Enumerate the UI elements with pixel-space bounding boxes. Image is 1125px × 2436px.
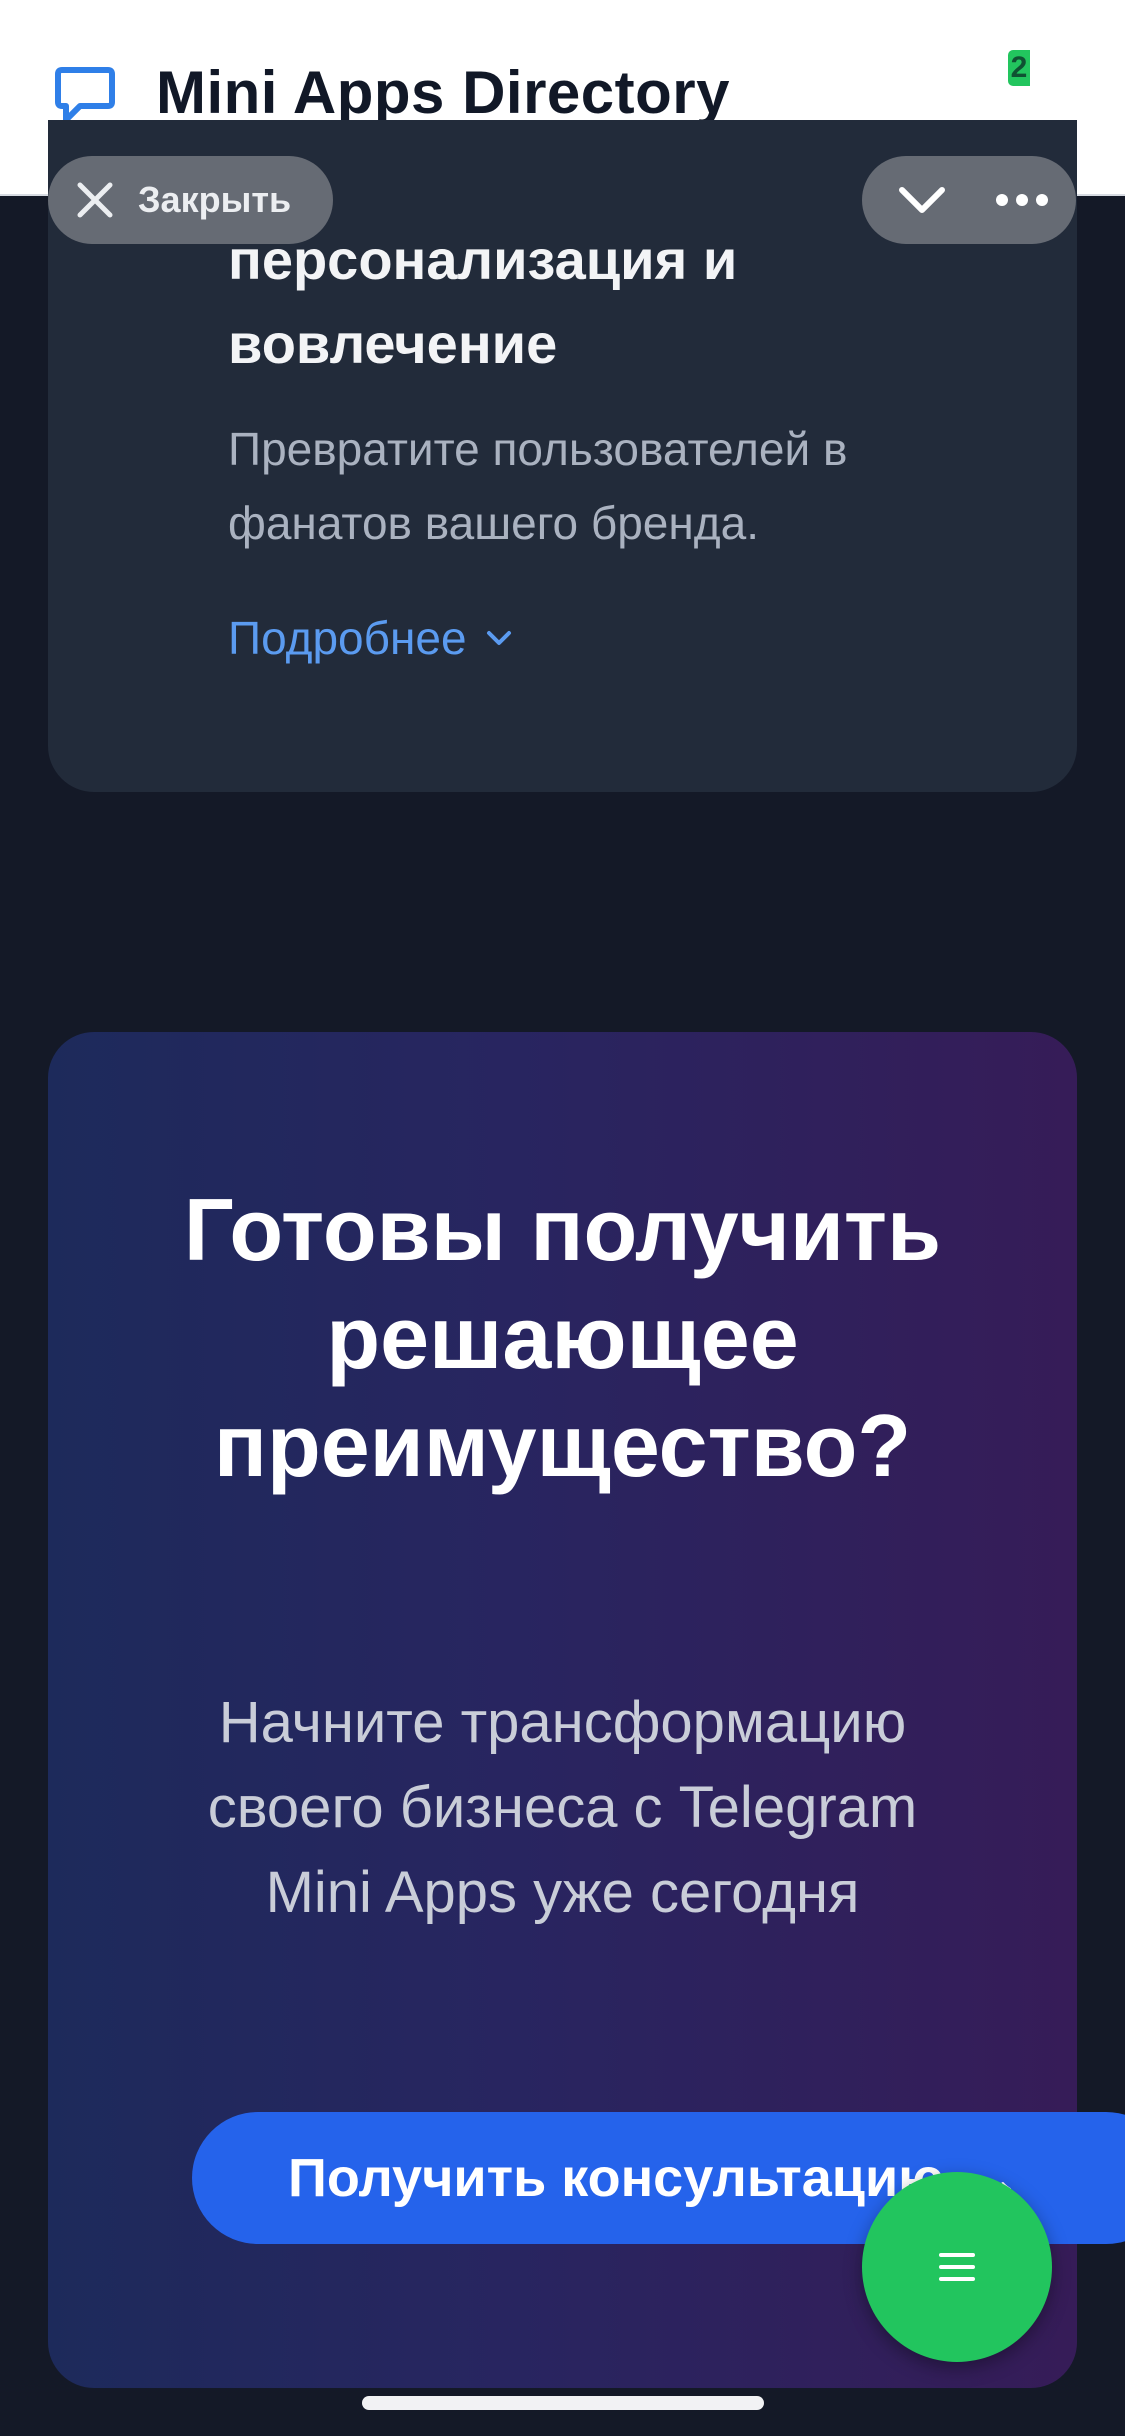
cta-subtitle: Начните трансформацию своего бизнеса с T… [207, 1690, 918, 1925]
cta-title: Готовы получить решающее преимущество? [183, 1180, 942, 1495]
more-link[interactable]: Подробнее [228, 605, 517, 671]
close-button[interactable]: Закрыть [48, 156, 333, 244]
get-consultation-label: Получить консультацию [288, 2148, 945, 2208]
close-icon [77, 182, 113, 218]
chevron-down-icon [486, 631, 511, 645]
more-dots-icon[interactable] [992, 178, 1052, 222]
chat-bubble-icon [55, 67, 115, 123]
close-label: Закрыть [138, 179, 292, 220]
more-link-label: Подробнее [228, 612, 467, 664]
chevron-down-icon[interactable] [886, 176, 958, 224]
feature-card-description: Превратите пользователей в фанатов вашег… [228, 423, 848, 549]
notification-badge: 2 [1008, 50, 1030, 86]
app-title: Mini Apps Directory [156, 59, 731, 126]
menu-icon [939, 2253, 975, 2281]
home-indicator[interactable] [362, 2396, 764, 2410]
webapp-controls [862, 156, 1076, 244]
feature-card-heading: персонализация и вовлечение [228, 228, 738, 375]
menu-fab-button[interactable] [862, 2172, 1052, 2362]
screen: Mini Apps Directory 2 персонализация и в… [0, 0, 1125, 2436]
